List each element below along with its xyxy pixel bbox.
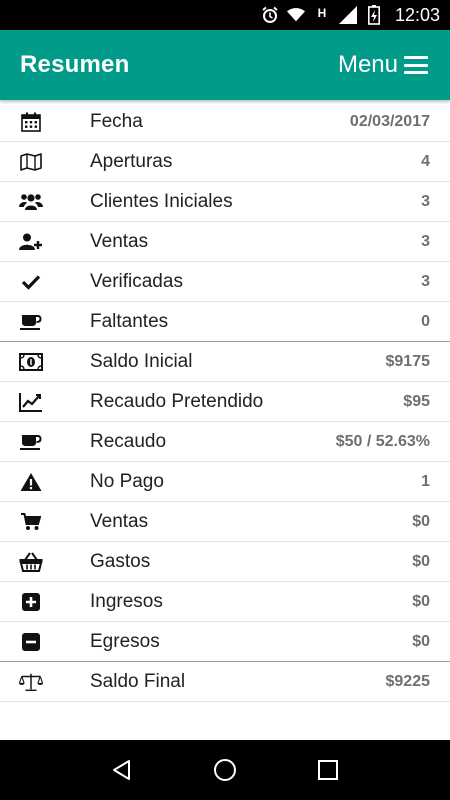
row-value: 3 xyxy=(421,232,430,250)
list-item: Gastos $0 xyxy=(0,542,450,582)
navigation-bar xyxy=(0,740,450,800)
row-value: 0 xyxy=(421,312,430,330)
row-label: Aperturas xyxy=(90,150,173,172)
list-item: Fecha 02/03/2017 xyxy=(0,102,450,142)
list-item: Ingresos $0 xyxy=(0,582,450,622)
money-icon xyxy=(19,350,43,374)
hamburger-icon xyxy=(404,56,428,74)
list-item: Saldo Final $9225 xyxy=(0,662,450,702)
row-label: Recaudo xyxy=(90,430,167,452)
minus-square-icon xyxy=(19,630,43,654)
row-label: Ingresos xyxy=(90,590,163,612)
check-icon xyxy=(19,270,43,294)
row-value: 02/03/2017 xyxy=(349,112,430,130)
line-chart-icon xyxy=(19,390,43,414)
row-label: Ventas xyxy=(90,510,149,532)
list-item: Egresos $0 xyxy=(0,622,450,662)
calendar-icon xyxy=(19,110,43,134)
status-time: 12:03 xyxy=(394,4,440,25)
row-value: $50 / 52.63% xyxy=(335,432,430,450)
wifi-icon xyxy=(286,6,305,24)
menu-button[interactable]: Menu xyxy=(338,51,428,79)
h-network-icon: H xyxy=(317,6,327,20)
list-item: Recaudo $50 / 52.63% xyxy=(0,422,450,462)
row-value: $95 xyxy=(403,392,430,410)
signal-icon xyxy=(338,6,357,24)
row-label: Fecha xyxy=(90,110,143,132)
row-value: $0 xyxy=(412,512,430,530)
list-item: Clientes Iniciales 3 xyxy=(0,182,450,222)
page-title: Resumen xyxy=(20,51,130,78)
row-value: $9225 xyxy=(385,672,431,690)
row-value: 4 xyxy=(421,152,430,170)
user-plus-icon xyxy=(19,230,43,254)
users-icon xyxy=(19,190,43,214)
row-label: Saldo Inicial xyxy=(90,350,193,372)
row-value: $0 xyxy=(412,632,430,650)
coffee-icon xyxy=(19,310,43,334)
row-label: Faltantes xyxy=(90,310,169,332)
list-item: Recaudo Pretendido $95 xyxy=(0,382,450,422)
row-value: $0 xyxy=(412,592,430,610)
alarm-icon xyxy=(261,6,279,24)
row-label: Recaudo Pretendido xyxy=(90,390,264,412)
balance-scale-icon xyxy=(19,670,43,694)
summary-list: Fecha 02/03/2017 Aperturas 4 Clientes In… xyxy=(0,102,450,702)
row-label: Gastos xyxy=(90,550,151,572)
list-item: Saldo Inicial $9175 xyxy=(0,342,450,382)
row-label: Egresos xyxy=(90,630,160,652)
menu-label: Menu xyxy=(337,51,398,78)
basket-icon xyxy=(19,550,43,574)
map-icon xyxy=(19,150,43,174)
coffee-icon xyxy=(19,430,43,454)
list-item: No Pago 1 xyxy=(0,462,450,502)
row-value: 3 xyxy=(421,272,430,290)
row-label: Clientes Iniciales xyxy=(90,190,233,212)
list-item: Aperturas 4 xyxy=(0,142,450,182)
row-label: Saldo Final xyxy=(90,670,186,692)
row-label: Verificadas xyxy=(90,270,183,292)
recents-icon[interactable] xyxy=(308,750,348,790)
row-label: Ventas xyxy=(90,230,149,252)
list-item: Ventas 3 xyxy=(0,222,450,262)
list-item: Faltantes 0 xyxy=(0,302,450,342)
back-icon[interactable] xyxy=(102,750,142,790)
cart-icon xyxy=(19,510,43,534)
home-icon[interactable] xyxy=(205,750,245,790)
row-value: 3 xyxy=(421,192,430,210)
row-value: $9175 xyxy=(385,352,431,370)
app-bar: Resumen Menu xyxy=(0,30,450,100)
list-item: Verificadas 3 xyxy=(0,262,450,302)
row-value: $0 xyxy=(412,552,430,570)
battery-icon xyxy=(365,5,383,25)
list-item: Ventas $0 xyxy=(0,502,450,542)
status-bar: H 12:03 xyxy=(0,0,450,30)
row-label: No Pago xyxy=(90,470,164,492)
warning-icon xyxy=(19,470,43,494)
row-value: 1 xyxy=(421,472,430,490)
plus-square-icon xyxy=(19,590,43,614)
